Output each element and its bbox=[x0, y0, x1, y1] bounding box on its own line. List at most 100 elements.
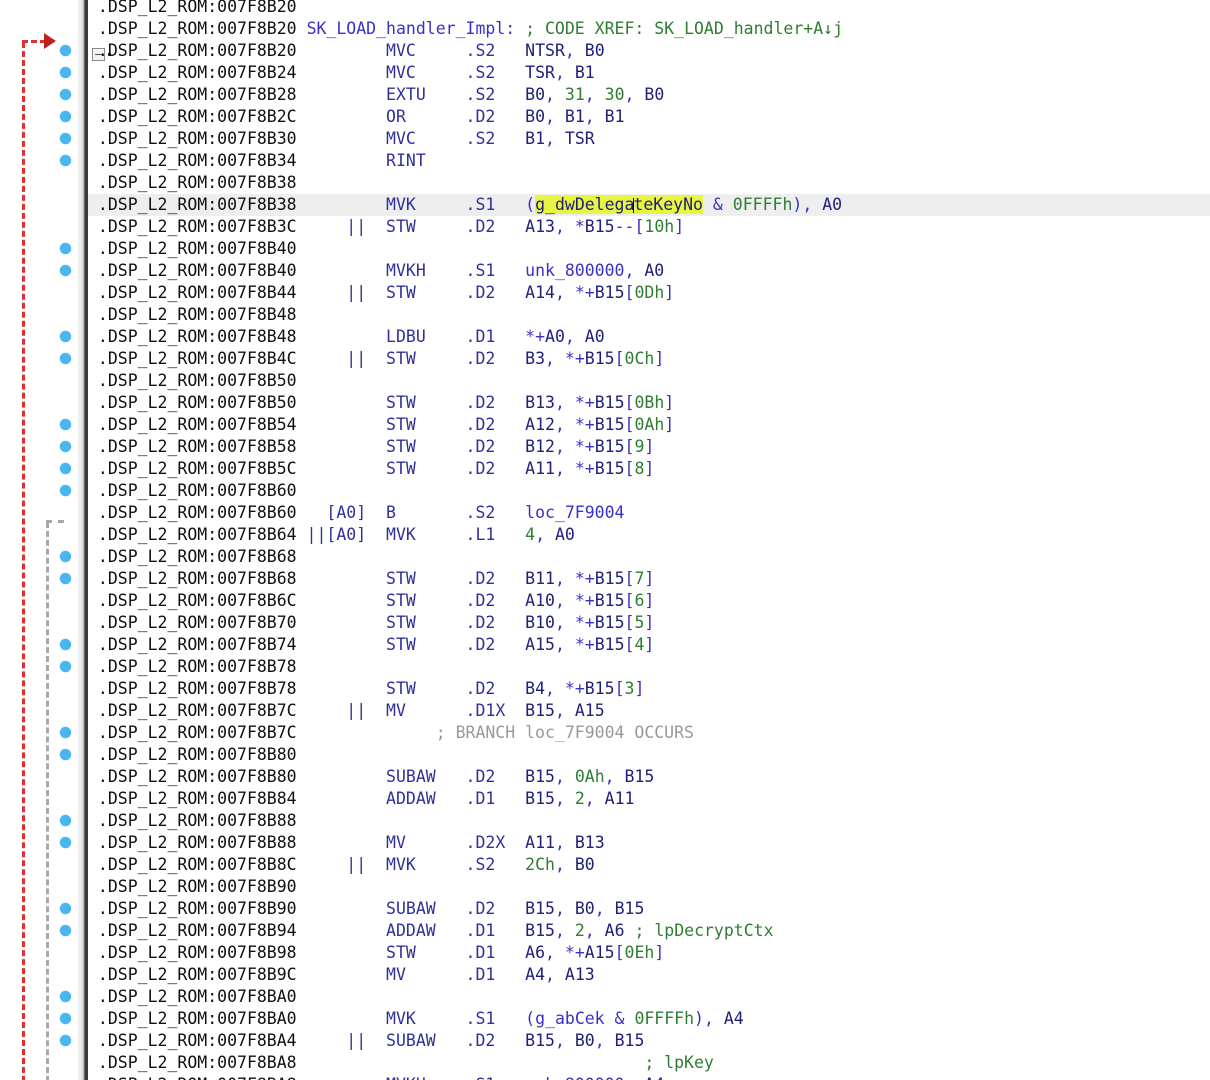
operands[interactable]: unk_800000, A4 bbox=[525, 1075, 664, 1080]
mnemonic[interactable]: MV bbox=[386, 965, 465, 984]
xref-dot[interactable] bbox=[60, 265, 71, 276]
operands[interactable]: B13, *+B15[0Bh] bbox=[525, 393, 674, 412]
mnemonic[interactable]: OR bbox=[386, 107, 465, 126]
mnemonic[interactable]: RINT bbox=[386, 151, 465, 170]
mnemonic[interactable]: MVK bbox=[386, 195, 465, 214]
xref-dot[interactable] bbox=[60, 727, 71, 738]
jump-line-horizontal[interactable] bbox=[22, 40, 46, 43]
xref-dot[interactable] bbox=[60, 1013, 71, 1024]
xref-dot[interactable] bbox=[60, 1035, 71, 1046]
mnemonic[interactable]: SUBAW bbox=[386, 767, 465, 786]
xref-dot[interactable] bbox=[60, 67, 71, 78]
operands[interactable]: loc_7F9004 bbox=[525, 503, 624, 522]
operands[interactable]: TSR, B1 bbox=[525, 63, 595, 82]
mnemonic[interactable]: SUBAW bbox=[386, 1031, 465, 1050]
disasm-line[interactable]: .DSP_L2_ROM:007F8B24 MVC .S2 TSR, B1 bbox=[88, 62, 1210, 84]
xref-dot[interactable] bbox=[60, 639, 71, 650]
disasm-line[interactable]: .DSP_L2_ROM:007F8B64 ||[A0] MVK .L1 4, A… bbox=[88, 524, 1210, 546]
operands[interactable]: unk_800000, A0 bbox=[525, 261, 664, 280]
disasm-line[interactable]: .DSP_L2_ROM:007F8B74 STW .D2 A15, *+B15[… bbox=[88, 634, 1210, 656]
xref-dot[interactable] bbox=[60, 573, 71, 584]
operands[interactable]: B3, *+B15[0Ch] bbox=[525, 349, 664, 368]
disasm-line[interactable]: .DSP_L2_ROM:007F8B20 SK_LOAD_handler_Imp… bbox=[88, 18, 1210, 40]
operands[interactable]: B15, B0, B15 bbox=[525, 899, 644, 918]
disasm-line[interactable]: .DSP_L2_ROM:007F8B60 [A0] B .S2 loc_7F90… bbox=[88, 502, 1210, 524]
disasm-line[interactable]: .DSP_L2_ROM:007F8B50 STW .D2 B13, *+B15[… bbox=[88, 392, 1210, 414]
disasm-line[interactable]: .DSP_L2_ROM:007F8B7C || MV .D1X B15, A15 bbox=[88, 700, 1210, 722]
disasm-line[interactable]: .DSP_L2_ROM:007F8BA8 ; lpKey bbox=[88, 1052, 1210, 1074]
operands[interactable]: NTSR, B0 bbox=[525, 41, 605, 60]
operands[interactable]: B0, 31, 30, B0 bbox=[525, 85, 664, 104]
mnemonic[interactable]: STW bbox=[386, 943, 465, 962]
operands[interactable]: *+A0, A0 bbox=[525, 327, 605, 346]
jump-arrow-head[interactable] bbox=[44, 33, 56, 49]
jump-line-vertical[interactable] bbox=[22, 42, 25, 1080]
operands[interactable]: B10, *+B15[5] bbox=[525, 613, 654, 632]
disasm-line[interactable]: .DSP_L2_ROM:007F8B94 ADDAW .D1 B15, 2, A… bbox=[88, 920, 1210, 942]
mnemonic[interactable]: MVK bbox=[386, 525, 465, 544]
xref-dot[interactable] bbox=[60, 837, 71, 848]
operands[interactable]: A15, *+B15[4] bbox=[525, 635, 654, 654]
mnemonic[interactable]: STW bbox=[386, 679, 465, 698]
mnemonic[interactable]: ADDAW bbox=[386, 789, 465, 808]
disasm-line[interactable]: .DSP_L2_ROM:007F8B80 SUBAW .D2 B15, 0Ah,… bbox=[88, 766, 1210, 788]
mnemonic[interactable]: MVK bbox=[386, 1009, 465, 1028]
operands[interactable]: A4, A13 bbox=[525, 965, 595, 984]
mnemonic[interactable]: STW bbox=[386, 349, 465, 368]
xref-dot[interactable] bbox=[60, 155, 71, 166]
operands[interactable]: A6, *+A15[0Eh] bbox=[525, 943, 664, 962]
disasm-line[interactable]: .DSP_L2_ROM:007F8B90 SUBAW .D2 B15, B0, … bbox=[88, 898, 1210, 920]
xref-dot[interactable] bbox=[60, 485, 71, 496]
disasm-line[interactable]: .DSP_L2_ROM:007F8BA8 MVKH .S1 unk_800000… bbox=[88, 1074, 1210, 1080]
xref-dot[interactable] bbox=[60, 991, 71, 1002]
disasm-line[interactable]: .DSP_L2_ROM:007F8B4C || STW .D2 B3, *+B1… bbox=[88, 348, 1210, 370]
mnemonic[interactable]: MVKH bbox=[386, 1075, 465, 1080]
mnemonic[interactable]: MVC bbox=[386, 41, 465, 60]
code-area[interactable]: .DSP_L2_ROM:007F8B20 .DSP_L2_ROM:007F8B2… bbox=[88, 0, 1210, 1080]
disasm-line[interactable]: .DSP_L2_ROM:007F8B84 ADDAW .D1 B15, 2, A… bbox=[88, 788, 1210, 810]
disasm-line[interactable]: .DSP_L2_ROM:007F8B7C ; BRANCH loc_7F9004… bbox=[88, 722, 1210, 744]
disasm-line[interactable]: .DSP_L2_ROM:007F8B2C OR .D2 B0, B1, B1 bbox=[88, 106, 1210, 128]
mnemonic[interactable]: MVK bbox=[386, 855, 465, 874]
disasm-line[interactable]: .DSP_L2_ROM:007F8B80 bbox=[88, 744, 1210, 766]
disasm-line[interactable]: .DSP_L2_ROM:007F8B78 STW .D2 B4, *+B15[3… bbox=[88, 678, 1210, 700]
mnemonic[interactable]: STW bbox=[386, 613, 465, 632]
xref-dot[interactable] bbox=[60, 419, 71, 430]
mnemonic[interactable]: MVC bbox=[386, 129, 465, 148]
mnemonic[interactable]: STW bbox=[386, 217, 465, 236]
disasm-line[interactable]: .DSP_L2_ROM:007F8B58 STW .D2 B12, *+B15[… bbox=[88, 436, 1210, 458]
mnemonic[interactable]: SUBAW bbox=[386, 899, 465, 918]
operands[interactable]: B15, 2, A6 ; lpDecryptCtx bbox=[525, 921, 773, 940]
operands[interactable]: B15, A15 bbox=[525, 701, 605, 720]
mnemonic[interactable]: STW bbox=[386, 635, 465, 654]
operands[interactable]: 2Ch, B0 bbox=[525, 855, 595, 874]
operands[interactable]: B15, 2, A11 bbox=[525, 789, 634, 808]
disasm-line[interactable]: .DSP_L2_ROM:007F8B88 bbox=[88, 810, 1210, 832]
disasm-line[interactable]: .DSP_L2_ROM:007F8B40 MVKH .S1 unk_800000… bbox=[88, 260, 1210, 282]
mnemonic[interactable]: STW bbox=[386, 415, 465, 434]
xref-dot[interactable] bbox=[60, 815, 71, 826]
disasm-line[interactable]: .DSP_L2_ROM:007F8B3C || STW .D2 A13, *B1… bbox=[88, 216, 1210, 238]
operands[interactable]: B1, TSR bbox=[525, 129, 595, 148]
operands[interactable]: B0, B1, B1 bbox=[525, 107, 624, 126]
disasm-line[interactable]: .DSP_L2_ROM:007F8B50 bbox=[88, 370, 1210, 392]
disasm-line[interactable]: .DSP_L2_ROM:007F8B40 bbox=[88, 238, 1210, 260]
inner-jump-line-horizontal[interactable] bbox=[46, 520, 64, 523]
xref-dot[interactable] bbox=[60, 661, 71, 672]
mnemonic[interactable]: STW bbox=[386, 569, 465, 588]
disasm-line[interactable]: .DSP_L2_ROM:007F8BA0 MVK .S1 (g_abCek & … bbox=[88, 1008, 1210, 1030]
operands[interactable]: A11, B13 bbox=[525, 833, 605, 852]
operands[interactable]: B12, *+B15[9] bbox=[525, 437, 654, 456]
xref-dot[interactable] bbox=[60, 903, 71, 914]
disasm-line[interactable]: .DSP_L2_ROM:007F8B8C || MVK .S2 2Ch, B0 bbox=[88, 854, 1210, 876]
operands[interactable]: 4, A0 bbox=[525, 525, 575, 544]
disasm-line[interactable]: .DSP_L2_ROM:007F8B34 RINT bbox=[88, 150, 1210, 172]
disasm-line[interactable]: .DSP_L2_ROM:007F8B48 LDBU .D1 *+A0, A0 bbox=[88, 326, 1210, 348]
operands[interactable]: A10, *+B15[6] bbox=[525, 591, 654, 610]
disasm-line[interactable]: .DSP_L2_ROM:007F8B6C STW .D2 A10, *+B15[… bbox=[88, 590, 1210, 612]
mnemonic[interactable]: LDBU bbox=[386, 327, 465, 346]
xref-dot[interactable] bbox=[60, 353, 71, 364]
disasm-line[interactable]: .DSP_L2_ROM:007F8B78 bbox=[88, 656, 1210, 678]
xref-dot[interactable] bbox=[60, 45, 71, 56]
disasm-line[interactable]: .DSP_L2_ROM:007F8B48 bbox=[88, 304, 1210, 326]
